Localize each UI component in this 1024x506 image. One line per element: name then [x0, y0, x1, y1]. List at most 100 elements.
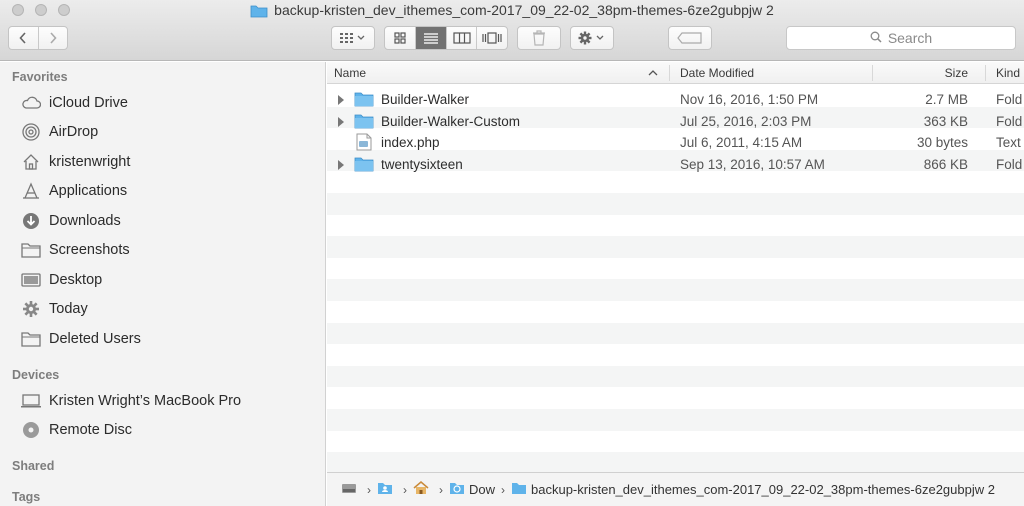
action-menu-button[interactable]: [570, 26, 614, 50]
file-name: Builder-Walker: [381, 92, 470, 107]
sidebar-item-today[interactable]: Today: [20, 297, 88, 321]
file-row[interactable]: twentysixteen Sep 13, 2016, 10:57 AM 866…: [327, 154, 1024, 176]
sidebar-item-label: iCloud Drive: [49, 95, 128, 111]
sidebar-item-label: Today: [49, 301, 88, 317]
column-header-size[interactable]: Size: [945, 62, 968, 84]
sidebar-item-desktop[interactable]: Desktop: [20, 268, 102, 292]
desktop-icon: [20, 270, 42, 290]
laptop-icon: [20, 391, 42, 411]
column-divider[interactable]: [872, 65, 873, 81]
sidebar-item-label: Downloads: [49, 213, 121, 229]
folder-icon: [511, 481, 527, 498]
window-title-bar: backup-kristen_dev_ithemes_com-2017_09_2…: [0, 2, 1024, 21]
disclosure-triangle-icon[interactable]: [336, 116, 346, 128]
file-row[interactable]: Builder-Walker-Custom Jul 25, 2016, 2:03…: [327, 111, 1024, 133]
sidebar-item-label: AirDrop: [49, 124, 99, 140]
delete-button[interactable]: [517, 26, 561, 50]
path-item-users[interactable]: [377, 481, 397, 498]
disclosure-triangle-icon[interactable]: [336, 94, 346, 106]
sidebar-item-airdrop[interactable]: AirDrop: [20, 120, 98, 144]
list-view-button[interactable]: [415, 27, 446, 49]
sidebar-item-label: kristenwright: [49, 154, 131, 170]
sidebar-section-tags: Tags: [12, 490, 41, 504]
column-view-icon: [453, 32, 471, 44]
forward-button[interactable]: [37, 27, 67, 49]
path-item-label: backup-kristen_dev_ithemes_com-2017_09_2…: [531, 482, 995, 497]
sidebar-item-label: Remote Disc: [49, 422, 132, 438]
file-date-modified: Sep 13, 2016, 10:57 AM: [680, 156, 825, 172]
file-date-modified: Jul 6, 2011, 4:15 AM: [680, 135, 803, 151]
file-kind: Fold: [996, 156, 1023, 172]
chevron-left-icon: [19, 32, 27, 44]
edit-tags-button[interactable]: [668, 26, 712, 50]
path-item-disk[interactable]: [341, 481, 361, 498]
home-icon: [20, 152, 42, 172]
disclosure-triangle-icon[interactable]: [336, 159, 346, 171]
column-header-row: Name Date Modified Size Kind: [327, 62, 1024, 84]
airdrop-icon: [20, 122, 42, 142]
sidebar-section-devices: Devices: [12, 368, 60, 382]
window-toolbar: backup-kristen_dev_ithemes_com-2017_09_2…: [0, 0, 1024, 61]
php-file-icon: [356, 133, 372, 154]
file-row[interactable]: index.php Jul 6, 2011, 4:15 AM 30 bytes …: [327, 132, 1024, 154]
sidebar-item-remote-disc[interactable]: Remote Disc: [20, 418, 132, 442]
file-size: 866 KB: [923, 156, 968, 172]
file-list: Name Date Modified Size Kind Builder-Wal…: [327, 62, 1024, 472]
file-size: 30 bytes: [916, 135, 968, 151]
path-separator-icon: ›: [403, 482, 407, 497]
sidebar-section-favorites: Favorites: [12, 70, 68, 84]
gear-icon: [578, 31, 604, 45]
cover-flow-icon: [482, 32, 502, 44]
sidebar-item-downloads[interactable]: Downloads: [20, 209, 121, 233]
file-kind: Fold: [996, 113, 1023, 129]
column-header-kind[interactable]: Kind: [996, 62, 1020, 84]
file-row[interactable]: Builder-Walker Nov 16, 2016, 1:50 PM 2.7…: [327, 89, 1024, 111]
path-bar: › › › Dow › backup-kristen_dev_ithemes_c…: [327, 472, 1024, 506]
search-icon: [870, 30, 882, 46]
arrange-button[interactable]: [331, 26, 375, 50]
window-title: backup-kristen_dev_ithemes_com-2017_09_2…: [274, 2, 774, 18]
gear-icon: [20, 299, 42, 319]
path-separator-icon: ›: [439, 482, 443, 497]
path-item-downloads[interactable]: Dow: [449, 481, 495, 498]
sidebar-item-deleted-users[interactable]: Deleted Users: [20, 327, 141, 351]
path-item-current-folder[interactable]: backup-kristen_dev_ithemes_com-2017_09_2…: [511, 481, 995, 498]
sidebar-item-icloud-drive[interactable]: iCloud Drive: [20, 91, 128, 115]
search-field[interactable]: Search: [786, 26, 1016, 50]
list-view-icon: [424, 33, 439, 44]
chevron-right-icon: [50, 32, 57, 44]
search-placeholder: Search: [887, 30, 933, 46]
column-view-button[interactable]: [445, 27, 477, 49]
sidebar-item-macbook-pro[interactable]: Kristen Wright’s MacBook Pro: [20, 389, 241, 413]
sidebar-item-label: Applications: [49, 183, 128, 199]
sidebar-item-applications[interactable]: Applications: [20, 179, 127, 203]
column-divider[interactable]: [669, 65, 670, 81]
applications-icon: [20, 181, 42, 201]
sidebar: Favorites iCloud Drive AirDrop kristenwr…: [0, 62, 326, 506]
sort-ascending-icon: [648, 62, 658, 84]
column-header-date-modified[interactable]: Date Modified: [680, 62, 754, 84]
path-item-home[interactable]: [413, 481, 433, 498]
file-size: 363 KB: [923, 113, 968, 129]
back-button[interactable]: [9, 27, 38, 49]
column-header-name[interactable]: Name: [334, 62, 366, 84]
column-divider[interactable]: [985, 65, 986, 81]
path-item-label: Dow: [469, 482, 496, 497]
arrange-grid-icon: [340, 33, 365, 43]
home-icon: [413, 481, 429, 498]
file-name: twentysixteen: [381, 156, 463, 172]
icon-view-icon: [394, 32, 406, 44]
back-forward-control: [8, 26, 68, 50]
icon-view-button[interactable]: [385, 27, 415, 49]
file-name: index.php: [381, 135, 440, 151]
sidebar-item-screenshots[interactable]: Screenshots: [20, 238, 130, 262]
file-date-modified: Nov 16, 2016, 1:50 PM: [680, 92, 819, 107]
downloads-icon: [20, 211, 42, 231]
cover-flow-button[interactable]: [476, 27, 507, 49]
tag-icon: [677, 32, 702, 44]
sidebar-item-label: Screenshots: [49, 242, 130, 258]
file-date-modified: Jul 25, 2016, 2:03 PM: [680, 113, 812, 129]
path-separator-icon: ›: [501, 482, 506, 497]
sidebar-item-home[interactable]: kristenwright: [20, 150, 130, 174]
file-kind: Text: [996, 135, 1021, 151]
